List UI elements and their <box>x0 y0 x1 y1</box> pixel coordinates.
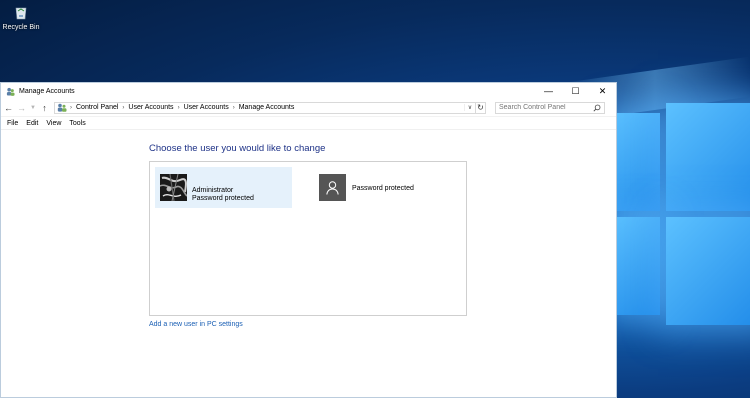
page-heading: Choose the user you would like to change <box>149 143 326 154</box>
accounts-panel: Administrator Password protected Passwor… <box>149 161 467 316</box>
breadcrumb-manage-accounts[interactable]: Manage Accounts <box>239 104 295 111</box>
breadcrumb-separator[interactable]: › <box>122 105 124 111</box>
window-controls: — ☐ ✕ <box>535 83 616 99</box>
refresh-icon: ↻ <box>477 103 484 112</box>
arrow-right-icon: → <box>17 102 26 113</box>
breadcrumb-user-accounts-2[interactable]: User Accounts <box>184 104 229 111</box>
user-silhouette-icon <box>326 180 339 195</box>
forward-button[interactable]: → <box>16 102 27 114</box>
arrow-up-icon: ↑ <box>42 102 47 113</box>
up-button[interactable]: ↑ <box>39 102 50 114</box>
avatar <box>160 174 187 201</box>
title-bar[interactable]: Manage Accounts — ☐ ✕ <box>1 83 616 99</box>
navigation-bar: ← → ▼ ↑ › Control Panel › User Accounts … <box>1 99 616 117</box>
breadcrumb-separator[interactable]: › <box>233 105 235 111</box>
user-accounts-icon <box>6 87 15 96</box>
address-dropdown-button[interactable]: ∨ <box>464 104 475 111</box>
recycle-bin-label: Recycle Bin <box>2 24 40 31</box>
address-bar[interactable]: › Control Panel › User Accounts › User A… <box>54 101 476 114</box>
search-icon <box>593 104 601 112</box>
account-name: Administrator <box>192 186 234 194</box>
menu-view[interactable]: View <box>42 120 65 127</box>
manage-accounts-window: Manage Accounts — ☐ ✕ ← → ▼ ↑ › Control … <box>0 82 617 398</box>
add-user-link[interactable]: Add a new user in PC settings <box>149 321 243 328</box>
window-title: Manage Accounts <box>19 87 75 95</box>
menu-file[interactable]: File <box>3 120 22 127</box>
account-info: Password protected <box>352 185 414 193</box>
breadcrumb-separator[interactable]: › <box>178 105 180 111</box>
maximize-button[interactable]: ☐ <box>562 83 589 99</box>
search-box[interactable] <box>495 101 605 114</box>
close-button[interactable]: ✕ <box>589 83 616 99</box>
search-input[interactable] <box>496 104 593 111</box>
menu-edit[interactable]: Edit <box>22 120 42 127</box>
control-panel-icon <box>57 103 67 112</box>
recycle-bin-icon <box>15 7 27 20</box>
recycle-bin[interactable]: Recycle Bin <box>2 4 40 31</box>
chevron-down-icon: ▼ <box>30 104 36 111</box>
recent-locations-button[interactable]: ▼ <box>29 102 37 114</box>
breadcrumb-user-accounts[interactable]: User Accounts <box>128 104 173 111</box>
account-status: Password protected <box>352 185 414 192</box>
account-info: Administrator Password protected <box>192 187 254 203</box>
breadcrumb-separator: › <box>70 104 72 111</box>
account-status: Password protected <box>192 194 254 202</box>
account-tile-administrator[interactable]: Administrator Password protected <box>155 167 292 208</box>
arrow-left-icon: ← <box>4 102 13 113</box>
minimize-button[interactable]: — <box>535 83 562 99</box>
windows-logo <box>612 95 750 395</box>
avatar <box>319 174 346 201</box>
breadcrumb-control-panel[interactable]: Control Panel <box>76 104 118 111</box>
account-tile-user[interactable]: Password protected <box>310 167 450 208</box>
content-area: Choose the user you would like to change <box>1 129 616 398</box>
avatar-image <box>160 174 187 201</box>
back-button[interactable]: ← <box>3 102 14 114</box>
refresh-button[interactable]: ↻ <box>476 101 486 114</box>
chevron-down-icon: ∨ <box>467 105 473 111</box>
menu-tools[interactable]: Tools <box>65 120 89 127</box>
